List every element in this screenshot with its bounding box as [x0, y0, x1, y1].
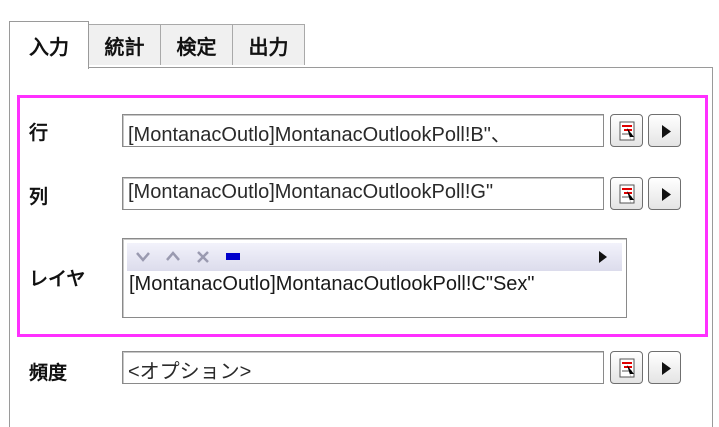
move-up-icon[interactable] — [163, 243, 183, 271]
menu-arrow-icon[interactable] — [593, 243, 613, 271]
layer-list[interactable]: [MontanacOutlo]MontanacOutlookPoll!C"Sex… — [122, 238, 627, 318]
row-input[interactable]: [MontanacOutlo]MontanacOutlookPoll!B"、 — [122, 114, 604, 147]
tab-statistics[interactable]: 統計 — [88, 24, 161, 65]
move-down-icon[interactable] — [133, 243, 153, 271]
column-input[interactable]: [MontanacOutlo]MontanacOutlookPoll!G" — [122, 177, 604, 210]
frequency-label: 頻度 — [29, 362, 68, 384]
column-label: 列 — [29, 186, 49, 208]
tab-statistics-label: 統計 — [104, 34, 145, 59]
column-menu-button[interactable] — [648, 177, 681, 210]
frequency-menu-button[interactable] — [648, 351, 681, 384]
frequency-input[interactable]: <オプション> — [122, 351, 604, 384]
row-select-button[interactable] — [610, 114, 643, 147]
tab-output[interactable]: 出力 — [232, 24, 305, 65]
add-icon[interactable] — [223, 243, 243, 271]
layer-label: レイヤ — [29, 268, 86, 290]
layer-entry[interactable]: [MontanacOutlo]MontanacOutlookPoll!C"Sex… — [129, 273, 535, 296]
tab-test-label: 検定 — [176, 34, 217, 59]
tab-test[interactable]: 検定 — [160, 24, 233, 65]
tab-input-label: 入力 — [29, 35, 69, 59]
frequency-select-button[interactable] — [610, 351, 643, 384]
play-arrow-icon — [662, 188, 671, 201]
column-select-button[interactable] — [610, 177, 643, 210]
play-arrow-icon — [662, 125, 671, 138]
range-select-icon — [619, 358, 635, 378]
play-arrow-icon — [662, 362, 671, 375]
row-label: 行 — [29, 122, 49, 144]
row-menu-button[interactable] — [648, 114, 681, 147]
tab-input[interactable]: 入力 — [9, 21, 89, 69]
remove-icon[interactable] — [193, 243, 213, 271]
range-select-icon — [619, 184, 635, 204]
range-select-icon — [619, 121, 635, 141]
layer-toolbar — [127, 243, 622, 271]
tab-output-label: 出力 — [248, 34, 289, 59]
